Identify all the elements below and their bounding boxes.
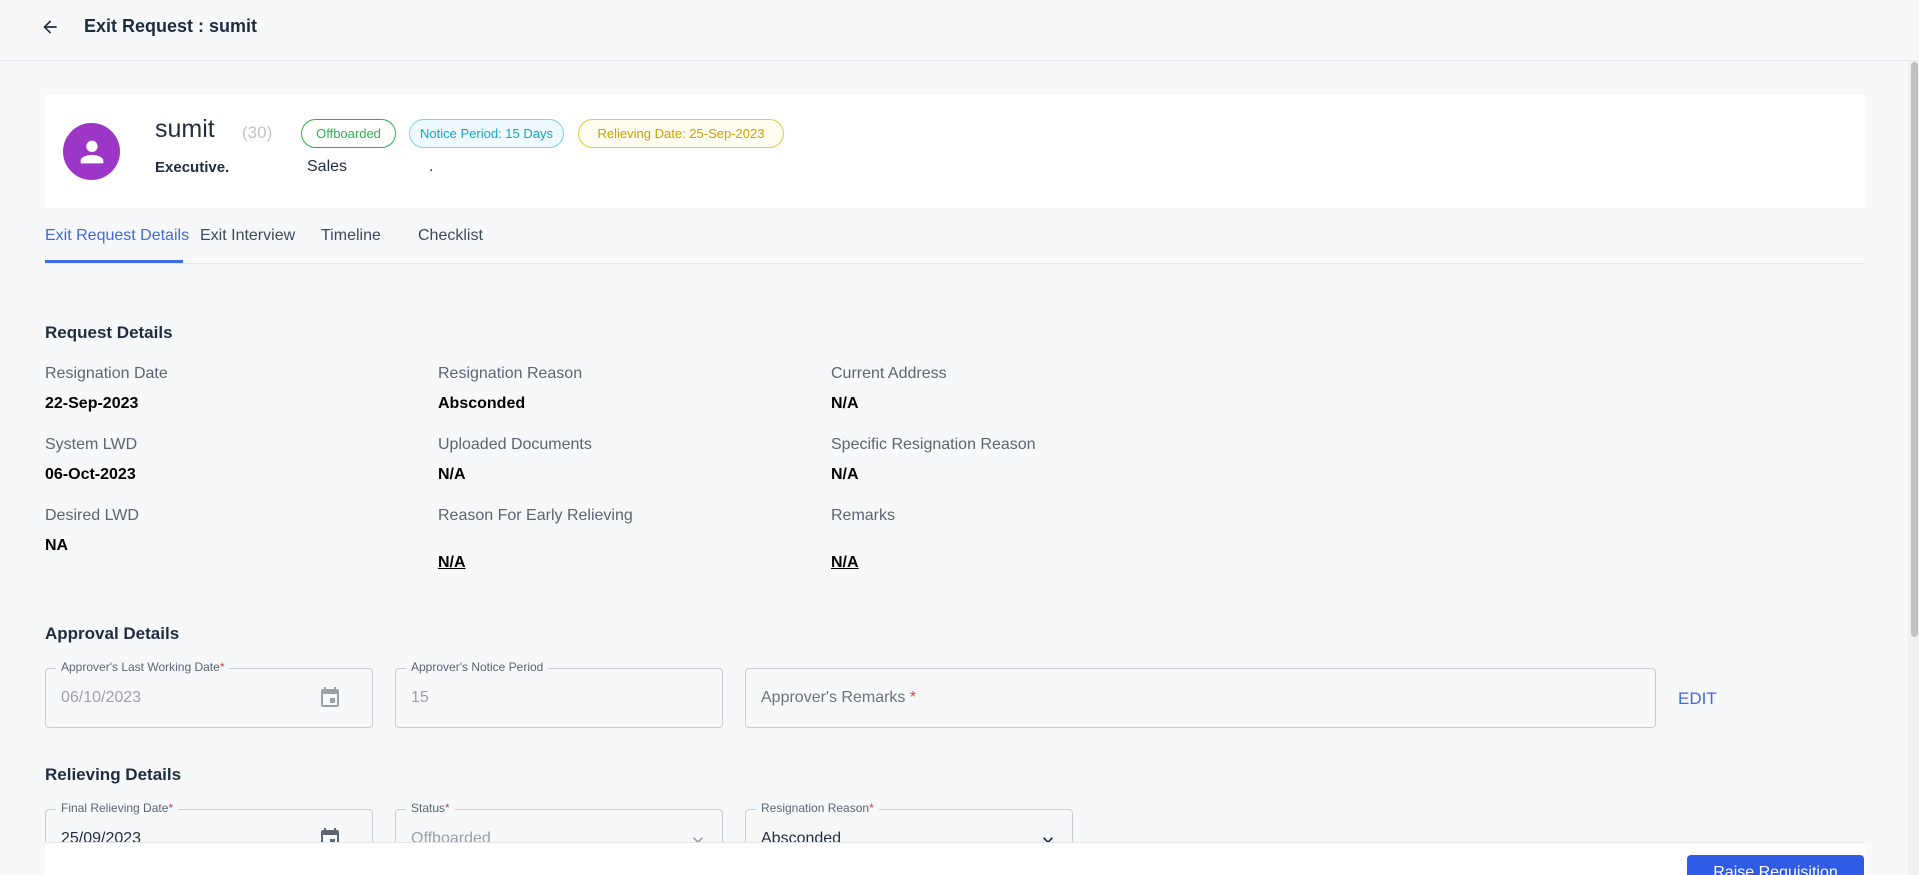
approver-last-working-date-value: 06/10/2023 [61, 689, 142, 706]
system-lwd-value: 06-Oct-2023 [45, 466, 136, 483]
uploaded-documents-label: Uploaded Documents [438, 436, 592, 453]
avatar [63, 123, 120, 180]
raise-requisition-button[interactable]: Raise Requisition [1687, 855, 1864, 875]
employee-designation: Executive. [155, 159, 230, 176]
employee-location: . [429, 158, 434, 175]
relieving-date-badge: Relieving Date: 25-Sep-2023 [578, 119, 784, 148]
system-lwd-label: System LWD [45, 436, 138, 453]
calendar-icon[interactable] [318, 686, 342, 710]
tab-exit-request-details[interactable]: Exit Request Details [45, 227, 189, 245]
remarks-label: Remarks [831, 507, 896, 524]
tab-checklist[interactable]: Checklist [418, 227, 483, 245]
scrollbar-thumb[interactable] [1911, 62, 1918, 637]
approver-remarks-field[interactable]: Approver's Remarks * [745, 668, 1656, 728]
current-address-label: Current Address [831, 365, 947, 382]
desired-lwd-value: NA [45, 537, 69, 554]
approver-notice-period-field[interactable]: Approver's Notice Period 15 [395, 660, 723, 728]
desired-lwd-label: Desired LWD [45, 507, 139, 524]
back-button[interactable] [36, 13, 64, 41]
resignation-reason-value: Absconded [438, 395, 526, 412]
edit-button[interactable]: EDIT [1678, 689, 1717, 709]
notice-period-badge: Notice Period: 15 Days [409, 119, 564, 148]
uploaded-documents-value: N/A [438, 466, 466, 483]
approver-notice-period-value: 15 [411, 689, 429, 706]
tab-exit-interview[interactable]: Exit Interview [200, 227, 295, 245]
remarks-link[interactable]: N/A [831, 554, 859, 572]
approval-details-title: Approval Details [45, 624, 180, 643]
employee-id: (30) [242, 123, 273, 142]
reason-early-relieving-link[interactable]: N/A [438, 554, 466, 572]
specific-resignation-reason-value: N/A [831, 466, 859, 483]
specific-resignation-reason-label: Specific Resignation Reason [831, 436, 1036, 453]
status-badge: Offboarded [301, 119, 396, 148]
resignation-reason-select-label: Resignation Reason* [756, 801, 879, 815]
approver-last-working-date-field[interactable]: Approver's Last Working Date* 06/10/2023 [45, 660, 373, 728]
employee-department: Sales [307, 158, 348, 175]
resignation-date-label: Resignation Date [45, 365, 168, 382]
current-address-value: N/A [831, 395, 859, 412]
arrow-left-icon [43, 20, 57, 34]
resignation-date-value: 22-Sep-2023 [45, 395, 139, 412]
approver-last-working-date-label: Approver's Last Working Date* [56, 660, 230, 674]
employee-profile-card: sumit (30) Offboarded Notice Period: 15 … [45, 95, 1865, 208]
relieving-details-title: Relieving Details [45, 765, 182, 784]
tab-bar: Exit Request Details Exit Interview Time… [45, 225, 1865, 264]
reason-early-relieving-label: Reason For Early Relieving [438, 507, 633, 524]
request-details-title: Request Details [45, 323, 173, 342]
employee-name: sumit [155, 115, 215, 143]
active-tab-indicator [45, 260, 183, 263]
final-relieving-date-label: Final Relieving Date* [56, 801, 179, 815]
resignation-reason-label: Resignation Reason [438, 365, 583, 382]
tab-timeline[interactable]: Timeline [321, 227, 381, 245]
footer-bar [45, 842, 1865, 875]
page-title: Exit Request : sumit [84, 16, 258, 36]
approver-remarks-placeholder: Approver's Remarks * [761, 689, 917, 706]
top-bar: Exit Request : sumit [0, 0, 1919, 61]
status-label: Status* [406, 801, 455, 815]
person-icon [80, 140, 103, 163]
approver-notice-period-label: Approver's Notice Period [406, 660, 549, 674]
